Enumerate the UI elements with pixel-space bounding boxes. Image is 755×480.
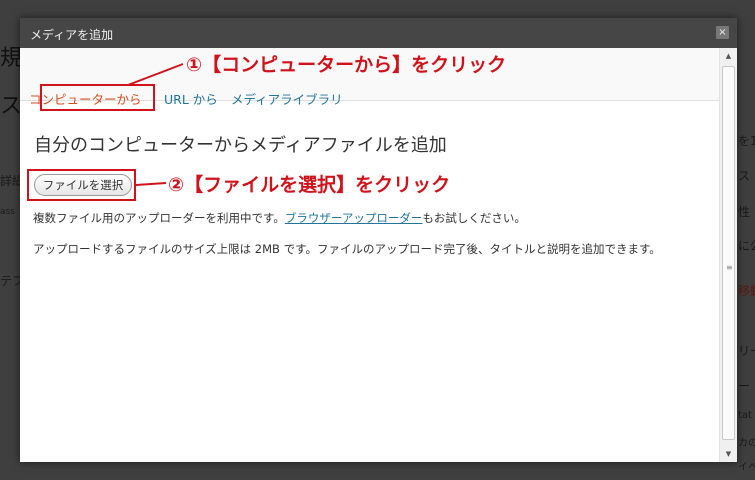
bg-fragment: ス: [738, 169, 751, 183]
close-icon[interactable]: ×: [716, 26, 729, 39]
bg-fragment: に公: [738, 239, 755, 253]
step1-highlight-box: [40, 84, 155, 111]
bg-fragment: ー: [738, 379, 751, 393]
bg-fragment: リー: [738, 344, 755, 358]
scroll-down-icon[interactable]: ▼: [720, 446, 737, 462]
bg-fragment: ass: [0, 207, 15, 217]
uploader-note-suffix: もお試しください。: [422, 211, 526, 225]
bg-fragment: 規: [0, 46, 23, 71]
bg-fragment: を1: [738, 134, 755, 148]
bg-fragment: カの: [738, 438, 755, 449]
scroll-thumb[interactable]: ≡: [722, 66, 735, 440]
tab-media-library[interactable]: メディアライブラリ: [231, 89, 343, 108]
bg-fragment: ス: [0, 94, 23, 119]
dialog-title: メディアを追加: [30, 28, 114, 42]
bg-fragment: 性 :: [738, 205, 755, 219]
dialog-titlebar: メディアを追加 ×: [20, 18, 737, 48]
bg-fragment: tat: [738, 410, 752, 421]
upload-heading: 自分のコンピューターからメディアファイルを追加: [34, 135, 447, 156]
uploader-note: 複数ファイル用のアップローダーを利用中です。ブラウザーアップローダーもお試しくだ…: [33, 210, 526, 226]
step2-highlight-box: [27, 169, 136, 201]
bg-fragment: 移動: [738, 284, 755, 298]
scroll-grip-icon: ≡: [726, 263, 733, 272]
uploader-note-text: 複数ファイル用のアップローダーを利用中です。: [33, 211, 285, 225]
file-size-note: アップロードするファイルのサイズ上限は 2MB です。ファイルのアップロード完了…: [33, 242, 661, 256]
browser-uploader-link[interactable]: ブラウザーアップローダー: [285, 211, 423, 225]
bg-fragment: イベ: [738, 462, 755, 473]
scrollbar[interactable]: ▲ ≡ ▼: [719, 48, 737, 462]
tab-from-url[interactable]: URL から: [164, 89, 218, 108]
step2-annotation: ②【ファイルを選択】をクリック: [168, 174, 451, 196]
scroll-up-icon[interactable]: ▲: [720, 48, 737, 64]
step1-annotation: ①【コンピューターから】をクリック: [186, 54, 507, 76]
